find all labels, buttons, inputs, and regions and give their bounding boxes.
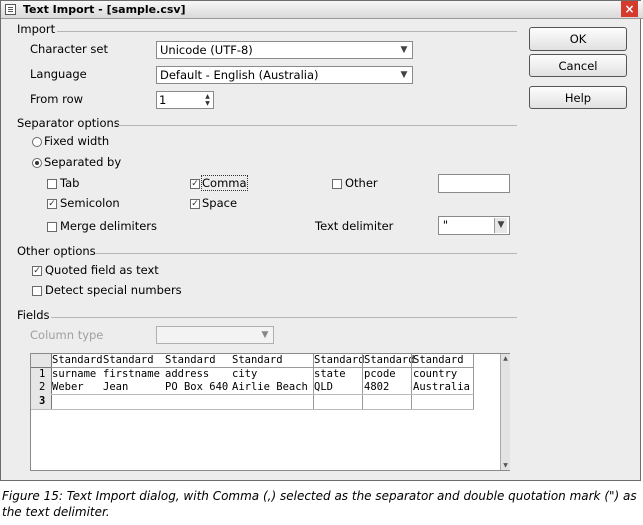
grid-cell: Australia: [413, 381, 470, 393]
grid-cell: state: [314, 368, 346, 380]
tab-checkbox[interactable]: [47, 179, 57, 189]
column-divider: [362, 354, 363, 410]
quoted-field-checkbox[interactable]: ✓: [32, 266, 42, 276]
language-value: Default - English (Australia): [160, 68, 319, 82]
column-header[interactable]: Standard: [52, 354, 103, 366]
from-row-label: From row: [30, 92, 84, 106]
row-number: 2: [39, 381, 46, 393]
merge-delimiters-label: Merge delimiters: [60, 219, 158, 233]
row-number: 3: [39, 395, 46, 407]
figure-caption: Figure 15: Text Import dialog, with Comm…: [2, 489, 637, 519]
preview-grid[interactable]: Standard Standard Standard Standard Stan…: [30, 353, 510, 471]
ok-label: OK: [569, 32, 587, 46]
merge-delimiters-checkbox[interactable]: [47, 222, 57, 232]
language-dropdown[interactable]: Default - English (Australia) ▼: [156, 66, 413, 84]
chevron-down-icon: ▼: [261, 330, 269, 340]
radio-selected-dot: [35, 161, 39, 165]
fixed-width-radio[interactable]: [32, 137, 42, 147]
cancel-button[interactable]: Cancel: [529, 54, 627, 77]
column-type-dropdown[interactable]: ▼: [156, 326, 274, 344]
from-row-value: 1: [159, 93, 167, 107]
ok-button[interactable]: OK: [529, 27, 627, 51]
grid-cell: QLD: [314, 381, 333, 393]
cancel-label: Cancel: [558, 59, 598, 73]
text-delimiter-value: ": [442, 218, 449, 232]
import-divider: [57, 31, 517, 32]
row-divider: [51, 394, 474, 395]
text-delimiter-label: Text delimiter: [315, 219, 394, 233]
grid-cell: pcode: [364, 368, 396, 380]
scroll-down-icon[interactable]: ▼: [501, 461, 510, 470]
detect-special-numbers-checkbox[interactable]: [32, 286, 42, 296]
language-label: Language: [30, 67, 87, 81]
chevron-down-icon: ▼: [400, 45, 408, 55]
grid-cell: city: [232, 368, 258, 380]
other-label: Other: [345, 176, 378, 190]
document-icon: [5, 4, 16, 15]
column-header[interactable]: Standard: [314, 354, 365, 366]
comma-checkbox[interactable]: ✓: [190, 179, 200, 189]
separated-by-radio[interactable]: [32, 158, 42, 168]
character-set-label: Character set: [30, 42, 109, 56]
text-import-dialog: Text Import - [sample.csv] × Import Char…: [0, 0, 643, 481]
grid-cell: 4802: [364, 381, 390, 393]
from-row-stepper[interactable]: 1 ▲ ▼: [156, 91, 214, 109]
spin-up-icon[interactable]: ▲: [203, 93, 212, 100]
space-label: Space: [202, 196, 238, 210]
title-bar[interactable]: Text Import - [sample.csv]: [1, 1, 643, 19]
semicolon-label: Semicolon: [60, 196, 120, 210]
other-checkbox[interactable]: [332, 179, 342, 189]
text-delimiter-combobox[interactable]: " ▼: [438, 216, 510, 235]
scroll-up-icon[interactable]: ▲: [501, 354, 510, 363]
grid-cell: Jean: [103, 381, 129, 393]
column-header[interactable]: Standard: [413, 354, 464, 366]
column-header[interactable]: Standard: [103, 354, 154, 366]
grid-corner: [31, 354, 52, 368]
grid-cell: Airlie Beach: [232, 381, 308, 393]
help-label: Help: [564, 91, 592, 105]
comma-label: Comma: [201, 175, 248, 191]
import-heading: Import: [17, 22, 56, 36]
column-header[interactable]: Standard: [232, 354, 283, 366]
fields-heading: Fields: [17, 308, 50, 322]
separator-options-heading: Separator options: [17, 116, 120, 130]
other-options-heading: Other options: [17, 244, 96, 258]
character-set-value: Unicode (UTF-8): [160, 43, 253, 57]
row-divider: [31, 409, 474, 410]
column-header[interactable]: Standard: [364, 354, 415, 366]
column-divider: [411, 354, 412, 410]
grid-cell: country: [413, 368, 458, 380]
grid-cell: firstname: [103, 368, 160, 380]
tab-label: Tab: [60, 176, 80, 190]
fixed-width-label: Fixed width: [44, 134, 110, 148]
spin-down-icon[interactable]: ▼: [203, 100, 212, 107]
other-separator-input[interactable]: [438, 174, 510, 193]
character-set-dropdown[interactable]: Unicode (UTF-8) ▼: [156, 41, 413, 59]
quoted-field-label: Quoted field as text: [45, 263, 159, 277]
space-checkbox[interactable]: ✓: [190, 199, 200, 209]
semicolon-checkbox[interactable]: ✓: [47, 199, 57, 209]
column-header[interactable]: Standard: [165, 354, 216, 366]
chevron-down-icon: ▼: [400, 70, 408, 80]
grid-cell: address: [165, 368, 210, 380]
close-button[interactable]: ×: [621, 1, 638, 17]
row-number: 1: [39, 368, 46, 380]
fields-divider: [51, 317, 517, 318]
grid-cell: Weber: [52, 381, 84, 393]
detect-special-numbers-label: Detect special numbers: [45, 283, 182, 297]
column-type-label: Column type: [30, 328, 104, 342]
separator-divider: [115, 125, 517, 126]
other-options-divider: [95, 253, 517, 254]
separated-by-label: Separated by: [44, 155, 122, 169]
column-divider: [473, 354, 474, 410]
chevron-down-icon[interactable]: ▼: [494, 218, 507, 233]
grid-cell: surname: [52, 368, 97, 380]
window-title: Text Import - [sample.csv]: [23, 3, 186, 16]
vertical-scrollbar[interactable]: ▲ ▼: [500, 354, 510, 470]
help-button[interactable]: Help: [529, 86, 627, 109]
grid-cell: PO Box 640: [165, 381, 229, 393]
